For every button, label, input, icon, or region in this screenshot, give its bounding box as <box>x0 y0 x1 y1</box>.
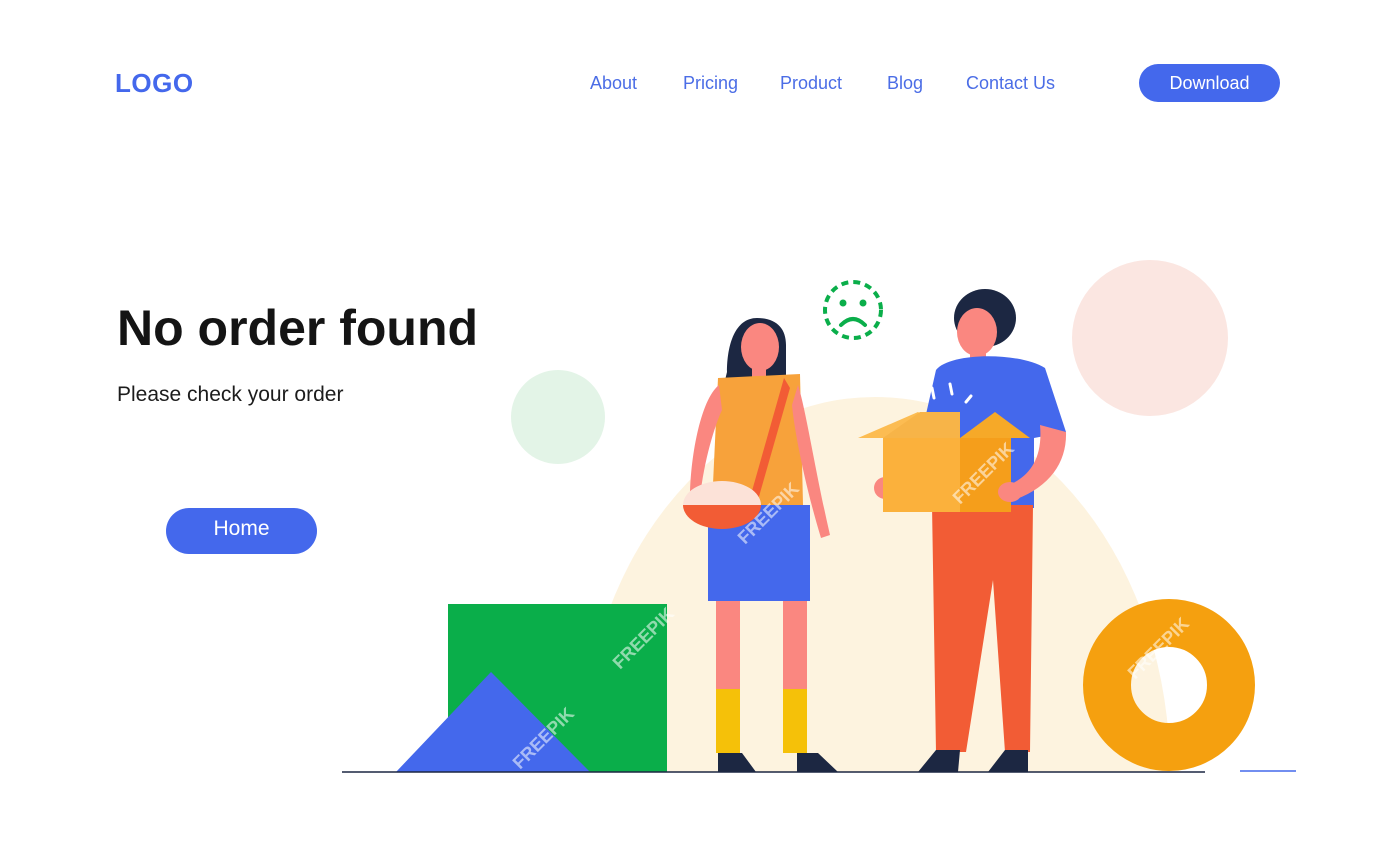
pale-pink-circle <box>1072 260 1228 416</box>
cream-semicircle <box>580 397 1170 772</box>
sad-face-icon <box>823 280 883 340</box>
man-right-hand <box>998 482 1022 502</box>
page: LOGO About Pricing Product Blog Contact … <box>0 0 1380 862</box>
pale-green-circle <box>511 370 605 464</box>
illustration: FREEPIK FREEPIK FREEPIK FREEPIK FREEPIK <box>342 260 1296 773</box>
